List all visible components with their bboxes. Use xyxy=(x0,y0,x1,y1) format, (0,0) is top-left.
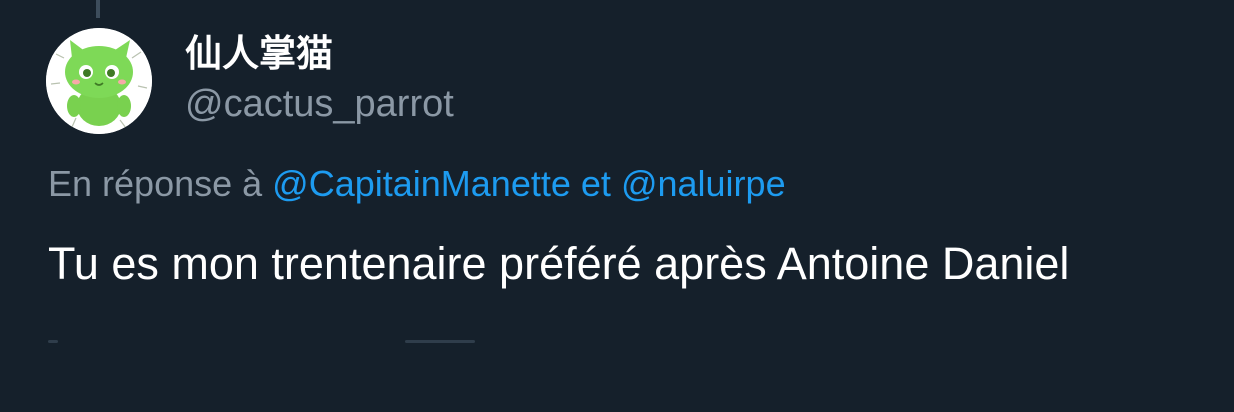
tweet-text: Tu es mon trentenaire préféré après Anto… xyxy=(48,238,1070,289)
mention-link-capitainmanette[interactable]: @CapitainManette xyxy=(272,163,571,204)
reply-context: En réponse à @CapitainManette et @naluir… xyxy=(48,162,786,206)
mention-link-naluirpe[interactable]: @naluirpe xyxy=(621,163,786,204)
author-display-name[interactable]: 仙人掌猫 xyxy=(185,32,333,76)
cactus-cat-avatar-icon xyxy=(46,28,152,134)
thread-connector-line xyxy=(96,0,100,18)
cropped-footer-area xyxy=(0,342,1234,412)
mention-connector: et xyxy=(580,163,611,204)
reply-prefix: En réponse à xyxy=(48,163,263,204)
cropped-footer-fragment xyxy=(405,340,475,343)
author-handle[interactable]: @cactus_parrot xyxy=(185,82,454,126)
cropped-footer-fragment xyxy=(48,340,58,343)
author-avatar[interactable] xyxy=(46,28,152,134)
